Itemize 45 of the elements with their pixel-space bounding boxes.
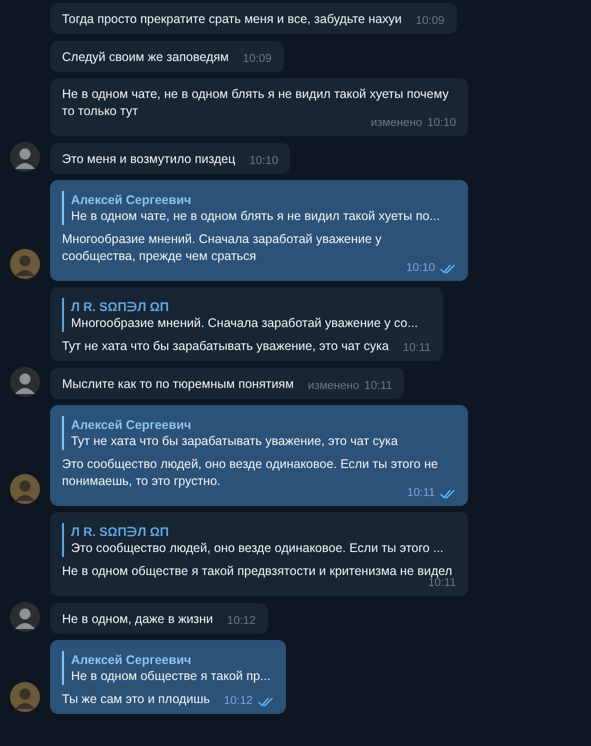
reply-text: Многообразие мнений. Сначала заработай уважение у со... — [71, 315, 419, 331]
message-text: Мыслите как то по тюремным понятиям — [62, 376, 294, 393]
reply-text: Не в одном обществе я такой пр... — [71, 668, 272, 684]
message-time: 10:11 — [428, 577, 456, 590]
message-time: 10:10 — [406, 262, 435, 275]
reply-quote[interactable]: Л R. SΩП∋Л ΩП Многообразие мнений. Сначала заработай уважение у со... — [62, 298, 431, 332]
reply-text: Тут не хата что бы зарабатывать уважение, это чат сука — [71, 433, 399, 449]
edited-label: изменено — [370, 117, 422, 130]
edited-label: изменено — [308, 380, 360, 393]
reply-author: Л R. SΩП∋Л ΩП — [71, 524, 170, 540]
reply-text: Не в одном чате, не в одном блять я не видил такой хуеты по... — [71, 208, 441, 224]
message-time: 10:11 — [364, 380, 392, 393]
message-time: 10:11 — [407, 487, 435, 500]
message-text: Следуй своим же заповедям — [62, 49, 229, 66]
reply-quote[interactable]: Л R. SΩП∋Л ΩП Это сообщество людей, оно везде одинаковое. Если ты этого ... — [62, 523, 456, 557]
reply-author: Алексей Сергеевич — [71, 192, 192, 208]
message-time: 10:12 — [224, 695, 253, 708]
reply-text: Это сообщество людей, оно везде одинаковое. Если ты этого ... — [71, 540, 445, 556]
reply-author: Алексей Сергеевич — [71, 652, 192, 668]
message-time: 10:12 — [227, 615, 256, 628]
avatar[interactable] — [10, 602, 40, 632]
reply-quote[interactable]: Алексей Сергеевич Не в одном обществе я такой пр... — [62, 651, 274, 685]
message-text: Не в одном чате, не в одном блять я не видил такой хуеты почему то только тут — [62, 86, 450, 118]
avatar[interactable] — [10, 682, 40, 712]
message-text: Тут не хата что бы зарабатывать уважение, это чат сука — [62, 338, 389, 355]
avatar[interactable] — [10, 142, 40, 172]
message-text: Не в одном, даже в жизни — [62, 611, 214, 628]
message-text: Не в одном обществе я такой предвзятости и критенизма не видел — [62, 563, 452, 578]
message-text: Ты же сам это и плодишь — [62, 691, 210, 708]
reply-quote[interactable]: Алексей Сергеевич Тут не хата что бы зарабатывать уважение, это чат сука — [62, 416, 456, 450]
message-time: 10:09 — [242, 53, 272, 66]
reply-author: Л R. SΩП∋Л ΩП — [71, 299, 170, 315]
avatar[interactable] — [10, 249, 40, 279]
message-time: 10:10 — [249, 155, 278, 168]
avatar[interactable] — [10, 367, 40, 397]
message-time: 10:09 — [416, 15, 444, 28]
reply-author: Алексей Сергеевич — [71, 417, 192, 433]
message-time: 10:10 — [427, 117, 456, 130]
message-text: Многообразие мнений. Сначала заработай уважение у сообщества, прежде чем сраться — [62, 231, 383, 265]
message-text: Это меня и возмутило пиздец — [62, 151, 236, 168]
message-text: Это сообщество людей, оно везде одинаковое. Если ты этого не понимаешь, то это грустно. — [62, 456, 439, 488]
message-text: Тогда просто прекратите срать меня и все, забудьте нахуи — [62, 11, 402, 28]
message-time: 10:11 — [402, 342, 431, 355]
avatar[interactable] — [10, 474, 40, 504]
reply-quote[interactable]: Алексей Сергеевич Не в одном чате, не в одном блять я не видил такой хуеты по... — [62, 191, 456, 225]
